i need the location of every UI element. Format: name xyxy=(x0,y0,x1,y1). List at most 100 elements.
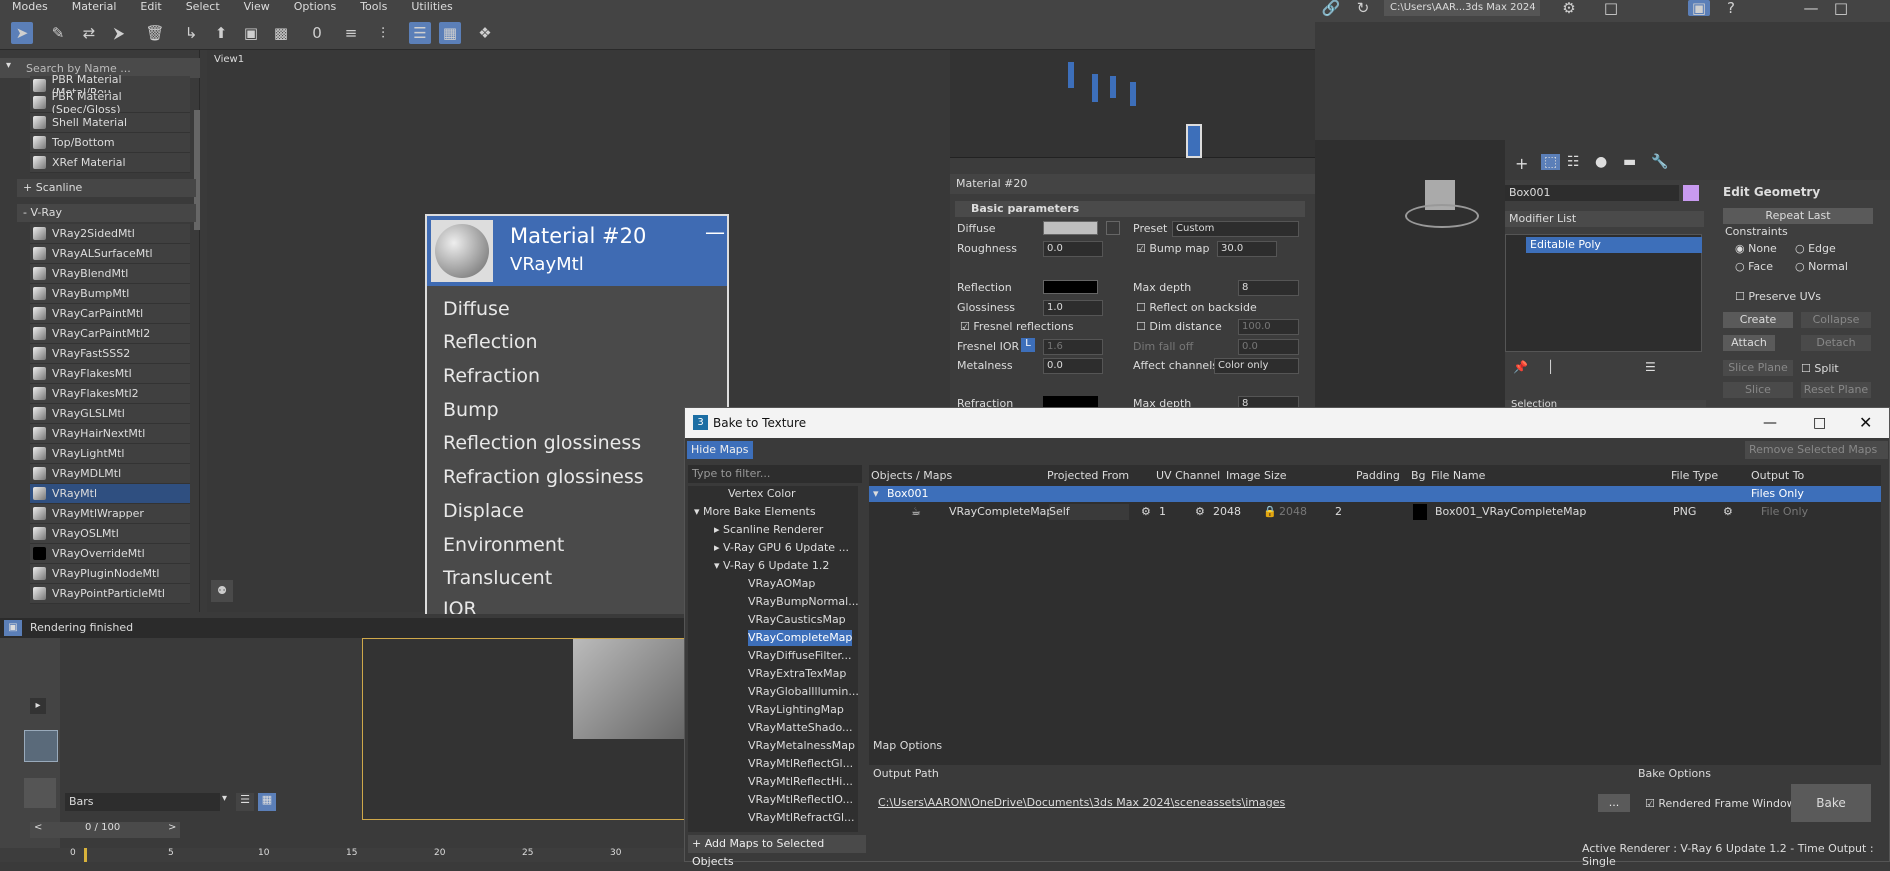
render-frame-icon[interactable]: □ xyxy=(1600,0,1622,17)
menu-options[interactable]: Options xyxy=(282,0,348,14)
hide-maps-button[interactable]: Hide Maps xyxy=(687,441,753,459)
slice-button[interactable]: Slice xyxy=(1723,382,1793,398)
slot-translucent[interactable]: Translucent xyxy=(443,567,552,589)
object-name-field[interactable]: Box001 xyxy=(1505,185,1679,201)
max-depth-spinner[interactable]: 8 xyxy=(1238,280,1299,296)
uv-channel-dropdown[interactable]: 1 xyxy=(1159,504,1166,520)
restore-icon[interactable]: □ xyxy=(1830,0,1852,17)
tree-item[interactable]: VRayCausticsMap xyxy=(748,612,846,628)
list-item[interactable]: VRay2SidedMtl xyxy=(30,224,190,244)
split-checkbox[interactable]: ☐ Split xyxy=(1801,362,1839,375)
perspective-viewport[interactable] xyxy=(1315,140,1505,410)
list-item[interactable]: VRayPointParticleMtl xyxy=(30,584,190,604)
expand-arrow-icon[interactable]: ▸ xyxy=(714,523,720,536)
reflect-backside-checkbox[interactable]: ☐ Reflect on backside xyxy=(1136,301,1257,314)
move-children-icon[interactable]: ↳ xyxy=(180,22,202,44)
add-maps-button[interactable]: + Add Maps to Selected Objects xyxy=(688,835,866,868)
tree-item[interactable]: VRayMtlReflectHi... xyxy=(748,774,853,790)
background-icon[interactable]: ▩ xyxy=(270,22,292,44)
list-item[interactable]: VRayHairNextMtl xyxy=(30,424,190,444)
col-header[interactable]: Image Size xyxy=(1226,468,1287,484)
time-next-icon[interactable]: > xyxy=(168,822,176,833)
col-header[interactable]: File Type xyxy=(1671,468,1718,484)
expand-arrow-icon[interactable]: ▾ xyxy=(694,505,700,518)
assign-material-icon[interactable]: ⇄ xyxy=(78,22,100,44)
layout-children-icon[interactable]: ⫶ xyxy=(372,22,394,44)
dim-distance-spinner[interactable]: 100.0 xyxy=(1238,319,1299,335)
fresnel-ior-lock-button[interactable]: L xyxy=(1021,338,1035,352)
select-by-material-icon[interactable]: ❖ xyxy=(474,22,496,44)
maps-tree[interactable]: Vertex Color ▾ More Bake Elements ▸ Scan… xyxy=(688,486,859,832)
rendered-frame-window-checkbox[interactable]: ☑ Rendered Frame Window xyxy=(1645,797,1796,810)
list-item[interactable]: VRayOverrideMtl xyxy=(30,544,190,564)
put-to-scene-icon[interactable]: ⮞ xyxy=(108,22,130,44)
refraction-swatch[interactable] xyxy=(1043,396,1098,407)
col-header[interactable]: Objects / Maps xyxy=(871,468,952,484)
row-expand-icon[interactable]: ▾ xyxy=(873,486,879,502)
tool-slot-icon[interactable] xyxy=(24,778,56,808)
reflection-swatch[interactable] xyxy=(1043,280,1098,294)
file-type-gear-icon[interactable]: ⚙ xyxy=(1723,504,1733,520)
tree-item[interactable]: VRayDiffuseFilter... xyxy=(748,648,851,664)
edit-geometry-rollout[interactable]: Edit Geometry xyxy=(1723,185,1820,199)
list-item[interactable]: VRayMtlWrapper xyxy=(30,504,190,524)
col-header[interactable]: UV Channel xyxy=(1156,468,1220,484)
redo-icon[interactable]: ↻ xyxy=(1352,0,1374,17)
tree-item[interactable]: VRayMetalnessMap xyxy=(748,738,855,754)
object-color-swatch[interactable] xyxy=(1683,185,1699,201)
list-item[interactable]: VRayFastSSS2 xyxy=(30,344,190,364)
list-item[interactable]: VRayFlakesMtl xyxy=(30,364,190,384)
group-vray[interactable]: - V-Ray xyxy=(17,204,196,222)
attach-button[interactable]: Attach xyxy=(1723,335,1775,351)
list-item[interactable]: VRayMtl xyxy=(30,484,190,504)
maximize-icon[interactable]: □ xyxy=(1813,408,1826,438)
tree-item[interactable]: ▸ Scanline Renderer xyxy=(714,522,823,538)
view-tab[interactable]: View1 xyxy=(214,54,244,65)
tree-item[interactable]: ▾ More Bake Elements xyxy=(694,504,816,520)
navigator-viewport-box[interactable] xyxy=(1186,124,1202,158)
image-size-gear-icon[interactable]: ⚙ xyxy=(1195,504,1205,520)
hide-unused-icon[interactable]: ⬆ xyxy=(210,22,232,44)
browse-button[interactable]: ... xyxy=(1598,794,1630,812)
constraint-edge-radio[interactable]: ○ Edge xyxy=(1795,242,1836,255)
layer-dropdown-icon[interactable]: ▾ xyxy=(222,793,227,804)
list-item[interactable]: VRayFlakesMtl2 xyxy=(30,384,190,404)
menu-material[interactable]: Material xyxy=(60,0,129,14)
affect-channels-dropdown[interactable]: Color only xyxy=(1214,358,1299,374)
col-header[interactable]: Projected From xyxy=(1047,468,1129,484)
tree-item[interactable]: VRayExtraTexMap xyxy=(748,666,846,682)
list-item[interactable]: VRayMDLMtl xyxy=(30,464,190,484)
list-item[interactable]: VRayGLSLMtl xyxy=(30,404,190,424)
dim-falloff-spinner[interactable]: 0.0 xyxy=(1238,339,1299,355)
list-item[interactable]: VRayBumpMtl xyxy=(30,284,190,304)
menu-select[interactable]: Select xyxy=(174,0,232,14)
help-icon[interactable]: ? xyxy=(1720,0,1742,17)
binoculars-icon[interactable]: ⚉ xyxy=(211,580,233,602)
basic-parameters-rollout[interactable]: Basic parameters xyxy=(955,201,1305,217)
layout-number-icon[interactable]: 0 xyxy=(306,22,328,44)
list-item[interactable]: VRayOSLMtl xyxy=(30,524,190,544)
list-item[interactable]: VRayLightMtl xyxy=(30,444,190,464)
repeat-last-button[interactable]: Repeat Last xyxy=(1723,208,1873,224)
lock-icon[interactable]: 🔒 xyxy=(1263,504,1277,520)
image-size-2[interactable]: 2048 xyxy=(1279,504,1307,520)
fresnel-checkbox[interactable]: ☑ Fresnel reflections xyxy=(960,320,1074,333)
utilities-tab-icon[interactable]: 🔧 xyxy=(1651,154,1668,170)
close-icon[interactable]: ✕ xyxy=(1859,408,1872,438)
tree-item[interactable]: VRayMatteShado... xyxy=(748,720,853,736)
browser-menu-icon[interactable]: ▾ xyxy=(6,60,11,71)
play-icon[interactable]: ▸ xyxy=(30,698,46,714)
list-item[interactable]: VRayCarPaintMtl2 xyxy=(30,324,190,344)
show-end-result-icon[interactable]: │ xyxy=(1547,360,1554,374)
slot-diffuse[interactable]: Diffuse xyxy=(443,298,510,320)
display-tab-icon[interactable]: ▬ xyxy=(1623,154,1636,170)
pin-icon[interactable]: 📌 xyxy=(1513,360,1528,374)
create-button[interactable]: Create xyxy=(1723,312,1793,328)
menu-tools[interactable]: Tools xyxy=(348,0,399,14)
delete-icon[interactable]: 🗑 xyxy=(144,22,166,44)
project-path-field[interactable]: C:\Users\AAR...3ds Max 2024 xyxy=(1384,0,1540,16)
output-path-link[interactable]: C:\Users\AARON\OneDrive\Documents\3ds Ma… xyxy=(878,796,1285,809)
constraint-none-radio[interactable]: ◉ None xyxy=(1735,242,1777,255)
list-item[interactable]: VRayCarPaintMtl xyxy=(30,304,190,324)
constraint-normal-radio[interactable]: ○ Normal xyxy=(1795,260,1848,273)
